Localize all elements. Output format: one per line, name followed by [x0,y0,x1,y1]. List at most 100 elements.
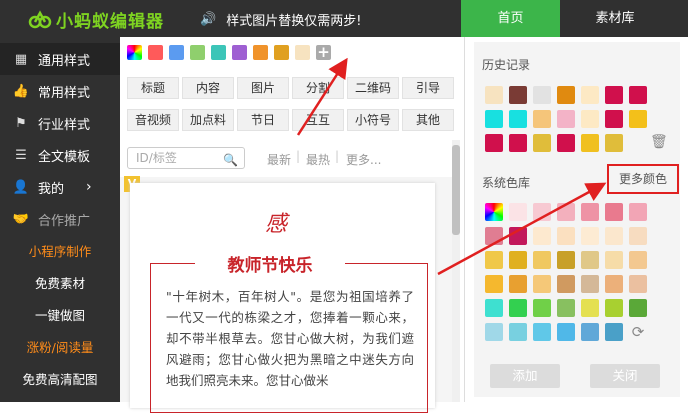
sidebar-item-partner[interactable]: 🤝 合作推广 [0,203,120,235]
color-swatch[interactable] [485,323,503,341]
color-swatch[interactable] [629,203,647,221]
sidebar-sub-miniprogram[interactable]: 小程序制作 [0,237,120,267]
add-button[interactable]: 添加 [490,364,560,388]
color-swatch[interactable] [629,275,647,293]
color-swatch[interactable] [581,134,599,152]
search-input[interactable]: ID/标签 🔍 [127,147,245,169]
category-qrcode[interactable]: 二维码 [347,77,399,99]
color-swatch[interactable] [629,251,647,269]
color-swatch[interactable] [629,86,647,104]
color-swatch[interactable] [485,227,503,245]
category-extras[interactable]: 加点料 [182,109,234,131]
color-swatch[interactable] [533,227,551,245]
color-swatch[interactable] [533,275,551,293]
sidebar-sub-free-material[interactable]: 免费素材 [0,269,120,299]
sidebar-item-industry[interactable]: ⚑ 行业样式 [0,107,120,139]
close-button[interactable]: 关闭 [590,364,660,388]
color-swatch[interactable] [581,110,599,128]
filter-more[interactable]: 更多... [346,151,381,168]
color-swatch[interactable] [509,251,527,269]
color-swatch[interactable] [509,275,527,293]
color-swatch[interactable] [148,45,163,60]
color-swatch[interactable] [581,227,599,245]
color-swatch[interactable] [533,251,551,269]
notice-bar[interactable]: 🔊 样式图片替换仅需两步! [200,10,361,29]
logo[interactable]: 小蚂蚁编辑器 [28,7,164,32]
category-other[interactable]: 其他 [402,109,454,131]
color-swatch[interactable] [605,275,623,293]
color-swatch[interactable] [557,323,575,341]
color-swatch[interactable] [557,227,575,245]
sidebar-item-mine[interactable]: 👤 我的 › [0,171,120,203]
category-symbol[interactable]: 小符号 [347,109,399,131]
tab-materials[interactable]: 素材库 [560,0,670,37]
color-swatch[interactable] [509,86,527,104]
color-swatch[interactable] [605,203,623,221]
sidebar-item-common[interactable]: 👍 常用样式 [0,75,120,107]
color-swatch[interactable] [485,86,503,104]
sidebar-item-template[interactable]: ☰ 全文模板 [0,139,120,171]
color-swatch[interactable] [629,110,647,128]
color-swatch[interactable] [485,275,503,293]
color-swatch[interactable] [533,323,551,341]
color-swatch[interactable] [581,275,599,293]
refresh-icon[interactable]: ⟳ [629,323,647,341]
color-swatch[interactable] [533,134,551,152]
color-swatch[interactable] [605,323,623,341]
color-swatch[interactable] [581,323,599,341]
color-swatch[interactable] [557,299,575,317]
category-holiday[interactable]: 节日 [237,109,289,131]
color-swatch[interactable] [211,45,226,60]
color-swatch[interactable] [557,251,575,269]
more-colors-button[interactable]: 更多颜色 [607,164,679,194]
color-swatch[interactable] [533,203,551,221]
sidebar-sub-one-click[interactable]: 一键做图 [0,301,120,331]
sidebar-sub-hd-images[interactable]: 免费高清配图 [0,365,120,395]
color-swatch[interactable] [605,134,623,152]
tab-home[interactable]: 首页 [461,0,560,37]
color-swatch[interactable] [485,110,503,128]
color-swatch[interactable] [485,134,503,152]
color-swatch[interactable] [557,110,575,128]
color-swatch[interactable] [629,299,647,317]
color-swatch[interactable] [605,110,623,128]
color-swatch[interactable] [509,323,527,341]
color-swatch[interactable] [190,45,205,60]
style-preview-card[interactable]: 感 教师节快乐 "十年树木，百年树人"。是您为祖国培养了一代又一代的栋梁之才，您… [130,183,435,413]
category-guide[interactable]: 引导 [402,77,454,99]
color-swatch[interactable] [581,251,599,269]
color-swatch[interactable] [232,45,247,60]
sidebar-item-general[interactable]: ▦ 通用样式 [0,43,120,75]
category-divider[interactable]: 分割 [292,77,344,99]
color-swatch[interactable] [581,203,599,221]
trash-icon[interactable]: 🗑 [650,134,668,150]
color-swatch[interactable] [557,86,575,104]
color-swatch[interactable] [295,45,310,60]
category-interactive[interactable]: 互互 [292,109,344,131]
color-swatch[interactable] [253,45,268,60]
category-media[interactable]: 音视频 [127,109,179,131]
color-swatch[interactable] [485,251,503,269]
color-swatch[interactable] [605,251,623,269]
color-swatch[interactable] [533,299,551,317]
color-swatch[interactable] [557,134,575,152]
color-swatch[interactable] [581,86,599,104]
color-swatch[interactable] [557,203,575,221]
category-title[interactable]: 标题 [127,77,179,99]
color-swatch[interactable] [581,299,599,317]
category-image[interactable]: 图片 [237,77,289,99]
color-swatch[interactable] [533,110,551,128]
color-picker-swatch[interactable] [127,45,142,60]
color-swatch[interactable] [605,299,623,317]
color-swatch[interactable] [509,203,527,221]
add-color-button[interactable]: + [316,45,331,60]
color-swatch[interactable] [509,299,527,317]
color-swatch[interactable] [485,299,503,317]
color-swatch[interactable] [605,227,623,245]
color-swatch[interactable] [629,227,647,245]
search-icon[interactable]: 🔍 [223,150,238,170]
color-swatch[interactable] [509,134,527,152]
scrollbar-thumb[interactable] [452,145,460,235]
sidebar-sub-followers[interactable]: 涨粉/阅读量 [0,333,120,363]
color-swatch[interactable] [509,227,527,245]
